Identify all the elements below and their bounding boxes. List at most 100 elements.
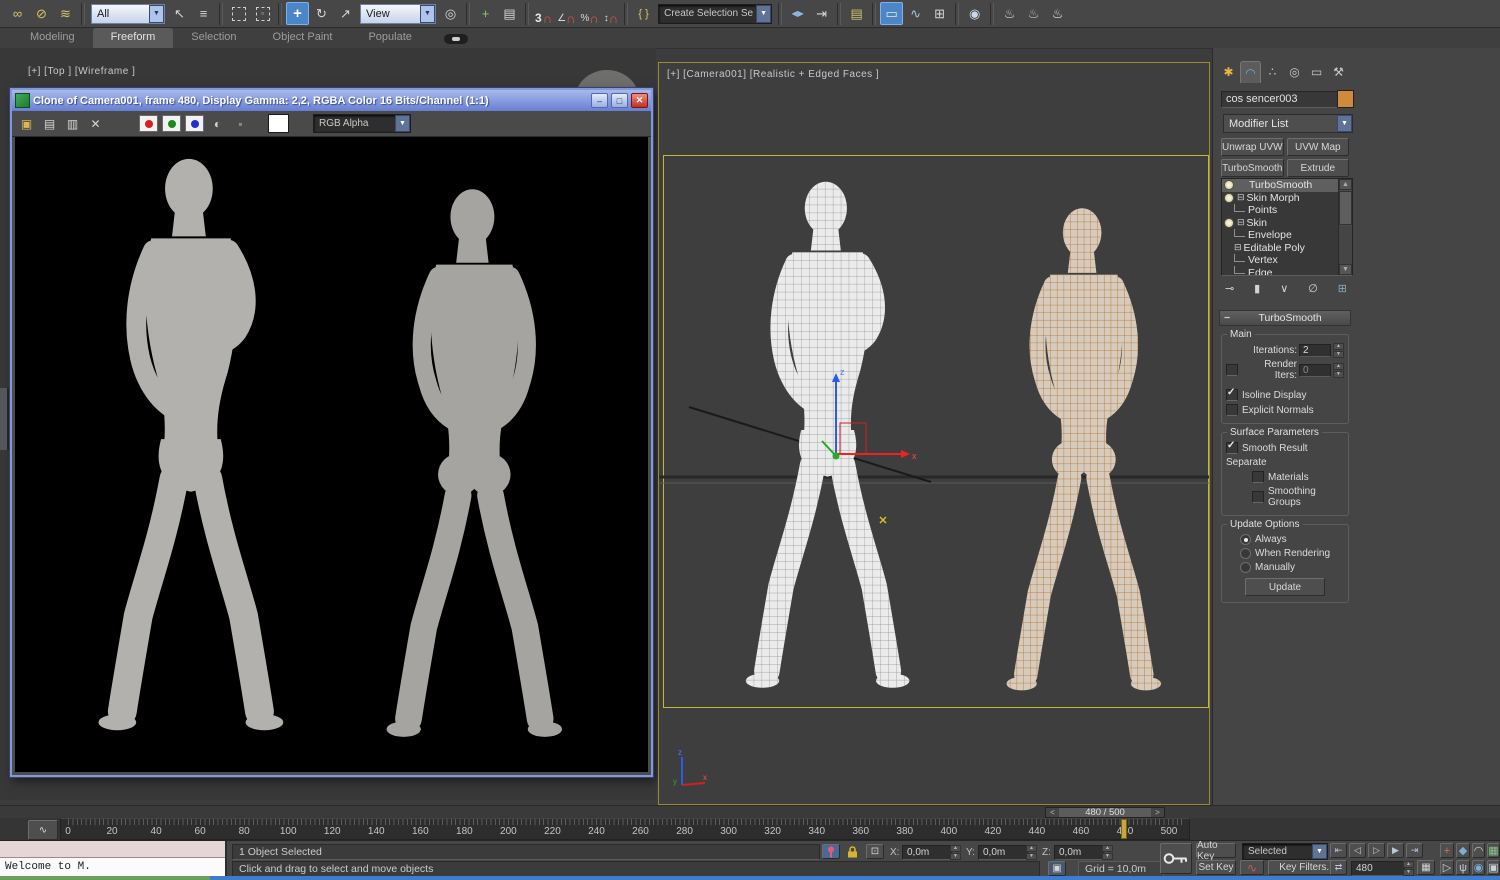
tab-utilities[interactable]: ⚒ (1328, 61, 1349, 83)
current-frame-field[interactable]: 480 (1351, 861, 1405, 876)
blue-channel-button[interactable] (185, 115, 204, 132)
when-rendering-radio[interactable] (1240, 548, 1251, 559)
unwrap-uvw-button[interactable]: Unwrap UVW (1221, 138, 1284, 156)
visibility-bulb-icon[interactable] (1224, 180, 1234, 190)
scroll-thumb[interactable] (1339, 191, 1352, 225)
smoothing-groups-checkbox[interactable] (1252, 491, 1264, 503)
time-slider-handle[interactable]: < 480 / 500 > (1045, 807, 1165, 818)
channel-display-dropdown[interactable]: RGB Alpha ▼ (313, 114, 411, 133)
rollout-header[interactable]: − TurboSmooth (1219, 310, 1351, 326)
ribbon-minimize-control[interactable] (444, 34, 468, 44)
reference-coordinate-dropdown[interactable]: View ▼ (360, 4, 436, 24)
render-setup-button[interactable]: ♨ (998, 2, 1021, 25)
select-and-scale-button[interactable]: ↗ (334, 2, 357, 25)
selection-filter-dropdown[interactable]: All ▼ (91, 4, 165, 24)
minimize-button[interactable]: – (591, 93, 608, 108)
collapse-icon[interactable]: ⊟ (1237, 217, 1245, 228)
remove-modifier-button[interactable]: ∅ (1308, 282, 1318, 295)
align-button[interactable]: ⇥ (810, 2, 833, 25)
listener-output[interactable]: Welcome to M. (0, 858, 225, 877)
ribbon-tab-modeling[interactable]: Modeling (12, 28, 93, 48)
render-window-titlebar[interactable]: Clone of Camera001, frame 480, Display G… (12, 90, 651, 111)
uvw-map-button[interactable]: UVW Map (1287, 138, 1349, 156)
collapse-icon[interactable]: ⊟ (1237, 192, 1245, 203)
ribbon-tab-freeform[interactable]: Freeform (93, 28, 174, 48)
smooth-result-checkbox[interactable] (1226, 442, 1238, 454)
add-time-tag-button[interactable]: ▣ (1048, 861, 1066, 876)
stack-item-vertex[interactable]: Vertex (1222, 254, 1338, 267)
z-coordinate-field[interactable]: 0,0m (1054, 845, 1104, 860)
stack-item-points[interactable]: Points (1222, 204, 1338, 217)
rectangular-selection-region-button[interactable] (227, 2, 250, 25)
tab-hierarchy[interactable]: ∴ (1262, 61, 1283, 83)
pin-stack-button[interactable]: ⊸ (1225, 282, 1234, 295)
render-iters-field[interactable]: 0 (1299, 364, 1331, 377)
object-color-swatch[interactable] (1337, 90, 1354, 108)
bind-to-space-warp-button[interactable]: ≋ (54, 2, 77, 25)
angle-snap-button[interactable]: ∠∩ (555, 3, 577, 25)
default-tangent-button[interactable]: ∿ (1240, 860, 1264, 875)
chevron-down-icon[interactable]: ▼ (149, 5, 164, 23)
close-button[interactable]: ✕ (631, 93, 648, 108)
render-iters-spinner[interactable]: ▲▼ (1333, 363, 1344, 377)
alpha-channel-button[interactable]: ▪ (231, 114, 250, 133)
percent-snap-button[interactable]: %∩ (578, 3, 600, 25)
ribbon-tab-object-paint[interactable]: Object Paint (255, 28, 351, 48)
object-name-field[interactable]: cos sencer003 (1221, 91, 1341, 108)
tab-create[interactable]: ✱ (1218, 61, 1239, 83)
auto-key-button[interactable]: Auto Key (1196, 843, 1236, 858)
x-coordinate-field[interactable]: 0,0m (902, 845, 952, 860)
wireframe-figure-orange[interactable] (958, 186, 1209, 715)
select-and-rotate-button[interactable]: ↻ (310, 2, 333, 25)
snaps-toggle-button[interactable]: 3∩ (533, 3, 554, 25)
collapse-icon[interactable]: ⊟ (1234, 242, 1242, 253)
extrude-button[interactable]: Extrude (1287, 159, 1349, 177)
background-color-swatch[interactable] (268, 114, 289, 133)
maximize-viewport-toggle[interactable]: ▣ (1487, 860, 1500, 875)
previous-frame-button[interactable]: ◁ (1349, 843, 1366, 858)
field-of-view-button[interactable]: ◠ (1472, 843, 1485, 858)
manually-radio[interactable] (1240, 562, 1251, 573)
graphite-ribbon-toggle[interactable]: ▭ (880, 2, 903, 25)
turbosmooth-button[interactable]: TurboSmooth (1221, 159, 1284, 177)
zoom-button[interactable]: + (1440, 843, 1454, 858)
orbit-camera-button[interactable]: ◉ (1472, 860, 1485, 875)
isoline-display-checkbox[interactable] (1226, 389, 1238, 401)
selection-lock-toggle[interactable] (844, 844, 861, 859)
mirror-button[interactable]: ◀▶ (786, 2, 809, 25)
curve-editor-button[interactable]: ∿ (904, 2, 927, 25)
iterations-field[interactable]: 2 (1299, 344, 1331, 357)
edit-named-selection-sets-button[interactable]: { } (632, 2, 655, 25)
set-keys-button[interactable] (1160, 843, 1192, 874)
chevron-down-icon[interactable]: ▼ (1337, 115, 1352, 132)
render-iters-checkbox[interactable] (1226, 364, 1238, 376)
track-bar[interactable]: ∿ 02040608010012014016018020022024026028… (0, 818, 1500, 840)
layer-manager-button[interactable]: ▤ (845, 2, 868, 25)
maxscript-mini-listener[interactable]: Welcome to M. (0, 841, 227, 877)
absolute-mode-toggle[interactable]: ⊡ (866, 844, 884, 859)
set-key-button[interactable]: Set Key (1196, 860, 1236, 875)
explicit-normals-checkbox[interactable] (1226, 404, 1238, 416)
mini-curve-editor-button[interactable]: ∿ (28, 820, 58, 840)
time-slider-track[interactable]: < 480 / 500 > (0, 805, 1500, 819)
configure-modifier-sets-button[interactable]: ⊞ (1338, 282, 1347, 295)
print-image-button[interactable]: ▥ (63, 114, 82, 133)
time-configuration-button[interactable]: ▦ (1417, 860, 1435, 875)
gizmo-center[interactable] (833, 453, 840, 460)
next-frame-arrow[interactable]: > (1151, 808, 1164, 817)
use-pivot-center-button[interactable]: ◎ (439, 2, 462, 25)
selection-set-dropdown[interactable]: Selected ▼ (1242, 843, 1328, 860)
save-image-button[interactable]: ▣ (17, 114, 36, 133)
z-spinner[interactable]: ▲▼ (1102, 845, 1113, 859)
select-object-button[interactable]: ↖ (168, 2, 191, 25)
material-editor-button[interactable]: ◉ (963, 2, 986, 25)
select-by-name-button[interactable]: ≡ (192, 2, 215, 25)
stack-item-edge[interactable]: Edge (1222, 267, 1338, 276)
materials-checkbox[interactable] (1252, 471, 1264, 483)
ribbon-tab-populate[interactable]: Populate (350, 28, 429, 48)
modifier-list-dropdown[interactable]: Modifier List ▼ (1223, 114, 1353, 133)
green-channel-button[interactable] (162, 115, 181, 132)
next-frame-button[interactable]: ▶ (1387, 843, 1404, 858)
window-crossing-toggle[interactable]: ▫ (251, 2, 274, 25)
y-spinner[interactable]: ▲▼ (1026, 845, 1037, 859)
